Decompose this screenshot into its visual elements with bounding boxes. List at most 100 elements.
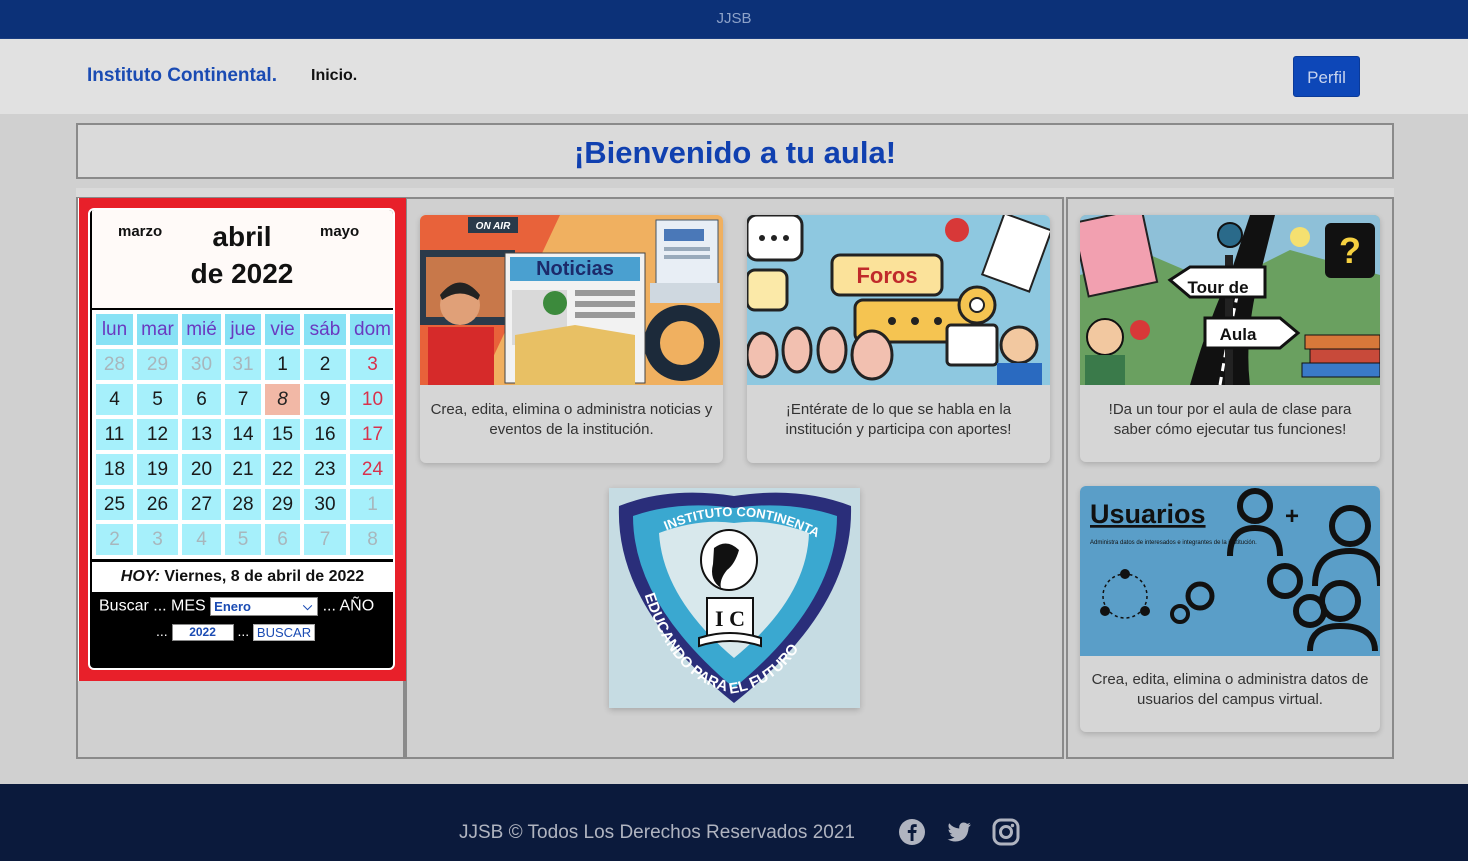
navbar: Instituto Continental. Inicio. Perfil (0, 39, 1468, 114)
svg-text:?: ? (1339, 230, 1361, 271)
calendar-day[interactable]: 30 (304, 489, 346, 520)
foros-illustration: Foros (747, 215, 1050, 385)
calendar-day[interactable]: 2 (304, 349, 346, 380)
calendar-day[interactable]: 28 (225, 489, 261, 520)
month-select-value: Enero (214, 599, 251, 614)
brand-link[interactable]: Instituto Continental. (87, 65, 277, 87)
anio-label: ... AÑO (322, 597, 375, 615)
foros-description: ¡Entérate de lo que se habla en la insti… (785, 401, 1012, 438)
svg-text:Usuarios: Usuarios (1090, 499, 1206, 529)
calendar-today: HOY: Viernes, 8 de abril de 2022 (92, 562, 393, 592)
buscar-label: Buscar ... (99, 597, 167, 615)
weekday-header: vie (265, 314, 300, 345)
calendar-day[interactable]: 28 (96, 349, 133, 380)
calendar-day[interactable]: 4 (182, 524, 221, 555)
year-input[interactable]: 2022 (171, 623, 234, 641)
next-month-link[interactable]: mayo (320, 223, 359, 240)
welcome-banner: ¡Bienvenido a tu aula! (76, 123, 1394, 179)
usuarios-card[interactable]: Usuarios Administra datos de interesados… (1080, 486, 1380, 732)
calendar-day[interactable]: 22 (265, 454, 300, 485)
instagram-icon[interactable] (992, 818, 1020, 846)
calendar-day[interactable]: 6 (182, 384, 221, 415)
weekday-header: sáb (304, 314, 346, 345)
nav-inicio-link[interactable]: Inicio. (311, 67, 357, 85)
calendar-day[interactable]: 1 (350, 489, 393, 520)
calendar-day[interactable]: 4 (96, 384, 133, 415)
calendar-day[interactable]: 20 (182, 454, 221, 485)
calendar-day[interactable]: 25 (96, 489, 133, 520)
svg-text:Foros: Foros (856, 263, 917, 288)
usuarios-illustration: Usuarios Administra datos de interesados… (1080, 486, 1380, 656)
top-banner-title: JJSB (716, 10, 752, 27)
weekday-header: lun (96, 314, 133, 345)
weekday-header: mié (182, 314, 221, 345)
calendar-day[interactable]: 3 (137, 524, 178, 555)
mes-label: MES (171, 597, 206, 615)
twitter-icon[interactable] (945, 818, 973, 846)
calendar-day[interactable]: 8 (350, 524, 393, 555)
calendar-day[interactable]: 10 (350, 384, 393, 415)
calendar-day[interactable]: 26 (137, 489, 178, 520)
month-select[interactable]: Enero ⌵ (210, 597, 319, 616)
calendar-day[interactable]: 31 (225, 349, 261, 380)
tour-description: !Da un tour por el aula de clase para sa… (1108, 401, 1352, 438)
calendar-day[interactable]: 21 (225, 454, 261, 485)
svg-text:+: + (1285, 503, 1299, 530)
institution-logo: INSTITUTO CONTINENTAL EDUCANDO PARA EL F… (609, 488, 860, 708)
svg-text:Tour de: Tour de (1187, 278, 1248, 297)
calendar-day[interactable]: 9 (304, 384, 346, 415)
calendar-day[interactable]: 30 (182, 349, 221, 380)
calendar-grid: lun mar mié jue vie sáb dom 28 29 30 31 1 2 3 4 5 6 7 8 9 10… (92, 310, 393, 559)
calendar-day-today[interactable]: 8 (265, 384, 300, 415)
calendar-day[interactable]: 3 (350, 349, 393, 380)
calendar-day[interactable]: 6 (265, 524, 300, 555)
today-text: Viernes, 8 de abril de 2022 (164, 568, 365, 585)
svg-text:ON AIR: ON AIR (476, 221, 511, 232)
calendar-day[interactable]: 11 (96, 419, 133, 450)
facebook-icon[interactable] (898, 818, 926, 846)
top-banner: JJSB (0, 0, 1468, 39)
weekday-header: dom (350, 314, 393, 345)
search-button[interactable]: BUSCAR (253, 623, 316, 641)
svg-text:I C: I C (715, 606, 745, 631)
calendar-day[interactable]: 24 (350, 454, 393, 485)
calendar-day[interactable]: 7 (225, 384, 261, 415)
calendar-year: de 2022 (190, 258, 294, 289)
weekday-header: mar (137, 314, 178, 345)
tour-illustration: Tour de Aula ? (1080, 215, 1380, 385)
calendar-day[interactable]: 17 (350, 419, 393, 450)
calendar-day[interactable]: 15 (265, 419, 300, 450)
calendar-day[interactable]: 2 (96, 524, 133, 555)
calendar-day[interactable]: 23 (304, 454, 346, 485)
calendar-widget: marzo abril mayo de 2022 lun mar mié jue vie… (78, 198, 406, 681)
calendar-day[interactable]: 12 (137, 419, 178, 450)
divider (76, 188, 1394, 197)
svg-text:Noticias: Noticias (536, 258, 614, 280)
calendar-day[interactable]: 13 (182, 419, 221, 450)
perfil-button[interactable]: Perfil (1293, 56, 1360, 97)
svg-text:Aula: Aula (1220, 325, 1257, 344)
calendar-day[interactable]: 19 (137, 454, 178, 485)
today-label: HOY: (120, 568, 160, 585)
footer: JJSB © Todos Los Derechos Reservados 202… (0, 784, 1468, 861)
calendar-day[interactable]: 16 (304, 419, 346, 450)
calendar-day[interactable]: 5 (137, 384, 178, 415)
calendar-day[interactable]: 29 (137, 349, 178, 380)
footer-copyright: JJSB © Todos Los Derechos Reservados 202… (459, 822, 855, 843)
noticias-card[interactable]: ON AIR Noticias Crea, edita, elimina o a… (420, 215, 723, 463)
calendar-day[interactable]: 27 (182, 489, 221, 520)
noticias-description: Crea, edita, elimina o administra notici… (430, 401, 713, 438)
calendar-day[interactable]: 7 (304, 524, 346, 555)
calendar-day[interactable]: 14 (225, 419, 261, 450)
tour-card[interactable]: Tour de Aula ? !Da un tour por el aula d… (1080, 215, 1380, 462)
calendar-day[interactable]: 18 (96, 454, 133, 485)
noticias-illustration: ON AIR Noticias (420, 215, 723, 385)
calendar-day[interactable]: 5 (225, 524, 261, 555)
dots-label: ... (237, 623, 250, 639)
calendar-day[interactable]: 1 (265, 349, 300, 380)
chevron-down-icon: ⌵ (303, 599, 313, 613)
calendar-header: marzo abril mayo de 2022 (92, 210, 393, 308)
weekday-header: jue (225, 314, 261, 345)
foros-card[interactable]: Foros ¡Entérate de lo que se habla en la… (747, 215, 1050, 463)
calendar-day[interactable]: 29 (265, 489, 300, 520)
